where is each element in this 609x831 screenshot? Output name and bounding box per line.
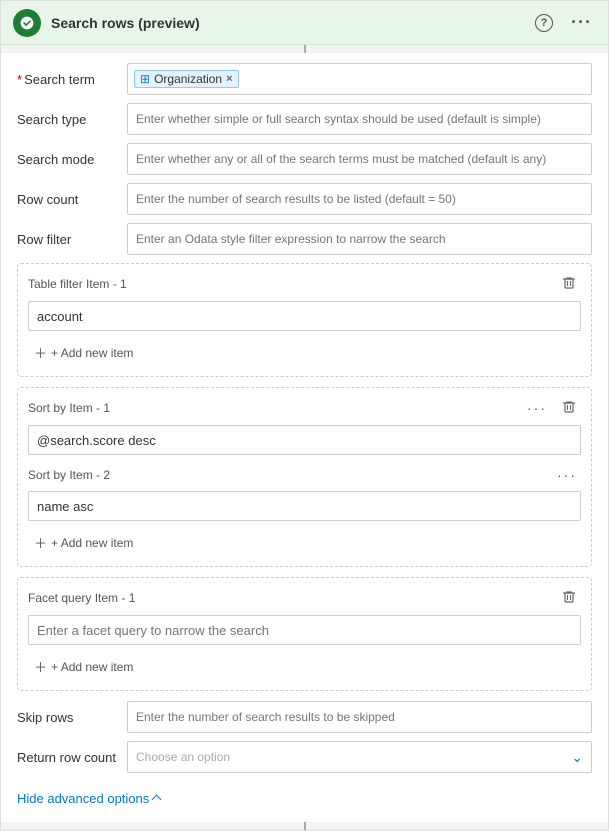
return-row-count-label: Return row count [17, 750, 127, 765]
sort-item1-delete-button[interactable] [557, 396, 581, 419]
skip-rows-label: Skip rows [17, 710, 127, 725]
main-window: Search rows (preview) ? ··· *Search term… [0, 0, 609, 831]
hide-advanced-label: Hide advanced options [17, 791, 149, 806]
sort-add-button[interactable]: ＋ + Add new item [28, 529, 139, 556]
logo-icon [19, 15, 35, 31]
window-title: Search rows (preview) [51, 15, 531, 31]
hide-advanced-button[interactable]: Hide advanced options [17, 785, 160, 808]
connector-top [1, 45, 608, 53]
facet-label: Facet query Item - 1 [28, 591, 135, 605]
form-body: *Search term ⊞ Organization × Search typ… [1, 53, 608, 822]
table-filter-add-button[interactable]: ＋ + Add new item [28, 339, 139, 366]
sort-section: Sort by Item - 1 ··· [17, 387, 592, 567]
return-row-count-placeholder: Choose an option [136, 750, 230, 764]
tag-close-button[interactable]: × [226, 73, 232, 85]
row-filter-label: Row filter [17, 232, 127, 247]
sort-item2-more-button[interactable]: ··· [553, 465, 581, 485]
search-term-row: *Search term ⊞ Organization × [17, 63, 592, 95]
sort-item1-input[interactable] [28, 425, 581, 455]
app-logo [13, 9, 41, 37]
search-term-input[interactable]: ⊞ Organization × [127, 63, 592, 95]
row-count-input[interactable] [127, 183, 592, 215]
sort-item1-label: Sort by Item - 1 [28, 401, 110, 415]
chevron-up-icon [152, 795, 162, 805]
hide-advanced-container: Hide advanced options [17, 781, 592, 808]
sort-item1-actions: ··· [523, 396, 581, 419]
facet-delete-button[interactable] [557, 586, 581, 609]
table-filter-section: Table filter Item - 1 ＋ [17, 263, 592, 377]
sort-item2-label: Sort by Item - 2 [28, 468, 110, 482]
table-filter-delete-button[interactable] [557, 272, 581, 295]
return-row-count-row: Return row count Choose an option ⌄ [17, 741, 592, 773]
table-filter-header: Table filter Item - 1 [28, 272, 581, 295]
search-mode-row: Search mode [17, 143, 592, 175]
facet-add-label: + Add new item [51, 660, 133, 674]
search-type-input[interactable] [127, 103, 592, 135]
sort-item1-header: Sort by Item - 1 ··· [28, 396, 581, 419]
search-term-label: *Search term [17, 72, 127, 87]
facet-section: Facet query Item - 1 ＋ [17, 577, 592, 691]
title-bar: Search rows (preview) ? ··· [1, 1, 608, 45]
help-button[interactable]: ? [531, 12, 557, 34]
row-filter-row: Row filter [17, 223, 592, 255]
skip-rows-row: Skip rows [17, 701, 592, 733]
sort-item1-more-button[interactable]: ··· [523, 398, 551, 418]
row-filter-input[interactable] [127, 223, 592, 255]
sort-item2-header: Sort by Item - 2 ··· [28, 465, 581, 485]
sort-item2-input[interactable] [28, 491, 581, 521]
return-row-count-select[interactable]: Choose an option ⌄ [127, 741, 592, 773]
search-mode-input[interactable] [127, 143, 592, 175]
facet-plus-icon: ＋ [34, 657, 47, 676]
facet-actions [557, 586, 581, 609]
table-filter-label: Table filter Item - 1 [28, 277, 127, 291]
chevron-down-icon: ⌄ [571, 749, 583, 766]
search-mode-label: Search mode [17, 152, 127, 167]
table-filter-add-label: + Add new item [51, 346, 133, 360]
table-filter-actions [557, 272, 581, 295]
more-options-button[interactable]: ··· [567, 10, 596, 35]
tag-icon: ⊞ [140, 72, 150, 86]
skip-rows-input[interactable] [127, 701, 592, 733]
organization-tag: ⊞ Organization × [134, 70, 239, 88]
tag-text: Organization [154, 72, 222, 86]
search-type-label: Search type [17, 112, 127, 127]
sort-plus-icon: ＋ [34, 533, 47, 552]
title-bar-actions: ? ··· [531, 10, 596, 35]
facet-header: Facet query Item - 1 [28, 586, 581, 609]
plus-icon: ＋ [34, 343, 47, 362]
table-filter-input[interactable] [28, 301, 581, 331]
facet-input[interactable] [28, 615, 581, 645]
sort-item2-actions: ··· [553, 465, 581, 485]
search-type-row: Search type [17, 103, 592, 135]
row-count-row: Row count [17, 183, 592, 215]
row-count-label: Row count [17, 192, 127, 207]
facet-add-button[interactable]: ＋ + Add new item [28, 653, 139, 680]
sort-add-label: + Add new item [51, 536, 133, 550]
required-indicator: * [17, 72, 22, 87]
connector-bottom [1, 822, 608, 830]
